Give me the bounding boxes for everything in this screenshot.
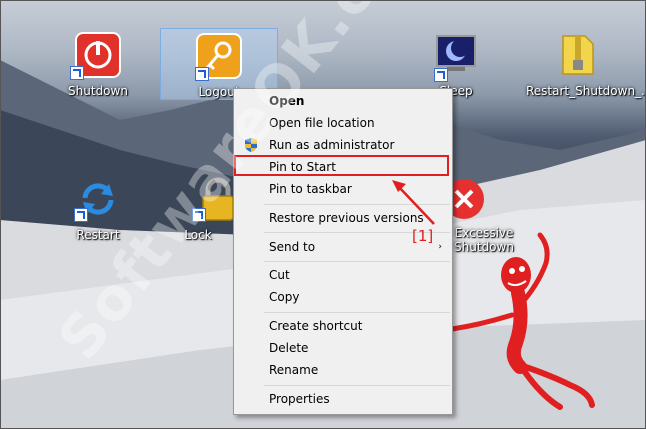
shortcut-arrow-icon [434, 68, 448, 82]
menu-item-open[interactable]: Open [236, 91, 450, 112]
pin-to-start-highlight-box [234, 155, 449, 176]
uac-shield-icon [245, 138, 257, 152]
desktop: Shutdown Logout Sleep Restart_Shutdown_.… [0, 0, 646, 429]
menu-item-create-shortcut[interactable]: Create shortcut [236, 316, 450, 337]
menu-item-delete[interactable]: Delete [236, 338, 450, 359]
shortcut-arrow-icon [195, 67, 209, 81]
menu-item-run-as-administrator[interactable]: Run as administrator [236, 135, 450, 156]
menu-item-label: Properties [269, 392, 330, 406]
context-menu: Open Open file location Run as administr… [233, 88, 453, 415]
menu-item-label: Run as administrator [269, 138, 395, 152]
desktop-icon-restart[interactable]: Restart [60, 170, 136, 258]
menu-separator [264, 312, 450, 313]
submenu-arrow-icon: › [438, 242, 442, 252]
shortcut-arrow-icon [74, 208, 88, 222]
menu-separator [264, 385, 450, 386]
menu-item-label: Delete [269, 341, 309, 355]
menu-item-label: Rename [269, 363, 319, 377]
menu-item-label: Create shortcut [269, 319, 363, 333]
menu-item-label: Send to [269, 240, 316, 254]
menu-item-label: Open file location [269, 116, 375, 130]
menu-item-label: Open [269, 94, 305, 108]
desktop-icon-label: Restart_Shutdown_... [526, 84, 646, 98]
red-dancing-figure-illustration [449, 232, 595, 410]
shortcut-arrow-icon [70, 66, 84, 80]
menu-item-rename[interactable]: Rename [236, 360, 450, 381]
menu-separator [264, 261, 450, 262]
menu-item-label: Cut [269, 268, 290, 282]
menu-item-copy[interactable]: Copy [236, 287, 450, 308]
callout-label: [1] [412, 227, 434, 245]
desktop-icon-label: Lock [184, 228, 212, 242]
desktop-icon-shutdown[interactable]: Shutdown [60, 26, 136, 114]
menu-item-open-file-location[interactable]: Open file location [236, 113, 450, 134]
shortcut-arrow-icon [192, 208, 206, 222]
menu-item-cut[interactable]: Cut [236, 265, 450, 286]
desktop-icon-label: Restart [76, 228, 120, 242]
desktop-icon-restart-shutdown-zip[interactable]: Restart_Shutdown_... [526, 26, 646, 114]
menu-item-properties[interactable]: Properties [236, 389, 450, 410]
desktop-icon-label: Shutdown [68, 84, 128, 98]
menu-item-label: Pin to taskbar [269, 182, 352, 196]
menu-item-label: Copy [269, 290, 300, 304]
zip-archive-icon [553, 30, 603, 80]
